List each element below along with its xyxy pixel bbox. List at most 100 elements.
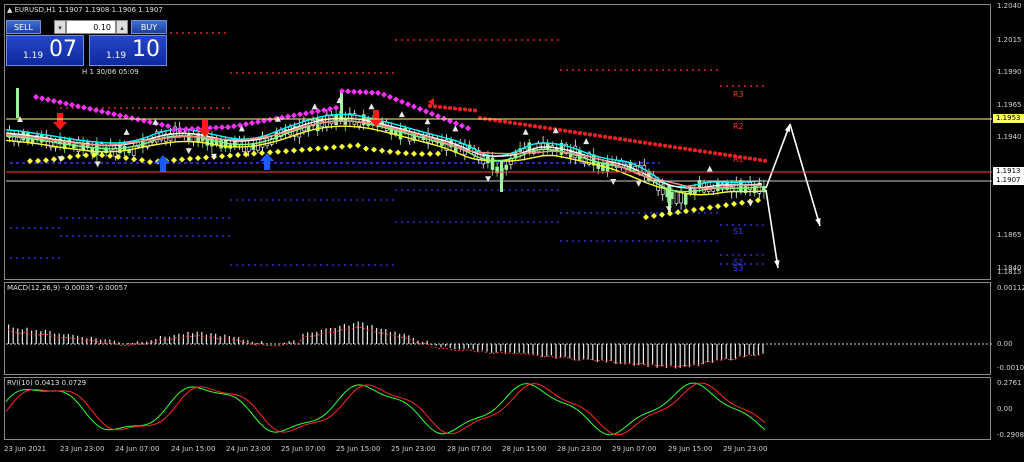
magenta-diamond [459, 122, 465, 129]
macd-bar [757, 344, 759, 355]
red-trend-dot [728, 153, 732, 158]
macd-bar [334, 328, 336, 344]
red-trend-dot [588, 132, 592, 137]
yellow-diamond [123, 155, 129, 162]
candle-body [500, 160, 503, 192]
macd-bar [35, 329, 37, 344]
forecast-arrows [765, 123, 821, 269]
macd-bar [187, 331, 189, 344]
magenta-diamond [129, 115, 135, 122]
moving-average-line [5, 125, 763, 196]
buy-price-prefix: 1.19 [106, 51, 127, 61]
price-tag-high: 1.1953 [993, 114, 1024, 123]
yellow-diamond [355, 142, 361, 149]
red-trend-dot [603, 134, 607, 139]
magenta-diamond [117, 112, 123, 119]
macd-bar [8, 324, 10, 344]
macd-bar [679, 344, 681, 368]
red-trend-dot [723, 152, 727, 157]
red-trend-dot [668, 144, 672, 149]
red-trend-dot [443, 105, 447, 110]
macd-bar [592, 344, 594, 361]
macd-bar [242, 339, 244, 344]
yellow-diamond [651, 212, 657, 219]
macd-bar [523, 344, 525, 354]
magenta-diamond [435, 113, 441, 120]
magenta-diamond [69, 101, 75, 108]
forecast-line [765, 123, 791, 189]
macd-bar [44, 329, 46, 344]
macd-bar [371, 325, 373, 344]
yellow-diamond [27, 157, 33, 164]
red-trend-dot [758, 158, 762, 162]
candle-body [716, 182, 720, 192]
magenta-diamond [345, 88, 351, 95]
yellow-diamond [427, 150, 433, 157]
lot-increase-button[interactable]: ▴ [116, 20, 128, 34]
macd-bar [472, 344, 474, 350]
macd-bar [601, 344, 603, 361]
sell-price-box[interactable]: 1.19 07 [6, 35, 84, 66]
macd-bar [339, 325, 341, 344]
time-tick: 25 Jun 23:00 [391, 445, 436, 453]
red-trend-dot [473, 108, 477, 113]
pivot-s1-label: S1 [733, 227, 744, 236]
macd-bar [426, 340, 428, 344]
magenta-diamond [99, 108, 105, 115]
macd-bar [256, 342, 258, 344]
macd-bar [560, 344, 562, 358]
macd-bar [753, 344, 755, 356]
yellow-diamond [187, 155, 193, 162]
yellow-diamond [275, 148, 281, 155]
macd-bar [596, 344, 598, 362]
fractal-marker [94, 161, 101, 168]
price-scale[interactable]: 1.2040 1.2015 1.1990 1.1965 1.1940 1.186… [993, 0, 1024, 280]
yellow-diamond [259, 150, 265, 157]
macd-bar [389, 332, 391, 344]
macd-bar [504, 344, 506, 353]
macd-bar [748, 344, 750, 355]
pivot-r3-label: R3 [733, 90, 744, 99]
candle-body [242, 139, 246, 152]
buy-button[interactable]: BUY [131, 20, 167, 34]
candle-body [357, 122, 361, 127]
fractal-markers [17, 97, 754, 213]
candle-body [16, 88, 19, 118]
yellow-diamond [83, 152, 89, 159]
price-tick: 1.1990 [997, 68, 1022, 76]
lot-decrease-button[interactable]: ▾ [54, 20, 66, 34]
sell-button[interactable]: SELL [6, 20, 41, 34]
time-tick: 29 Jun 15:00 [668, 445, 713, 453]
magenta-diamond [327, 106, 333, 112]
buy-price-box[interactable]: 1.19 10 [89, 35, 167, 66]
yellow-diamond [107, 152, 113, 159]
lot-size-input[interactable]: 0.10 [66, 20, 116, 34]
magenta-diamond [429, 110, 435, 117]
candle-body [219, 138, 223, 149]
macd-bar [633, 344, 635, 366]
red-trend-dot [643, 140, 647, 145]
magenta-diamond [333, 104, 339, 111]
yellow-diamond [723, 202, 729, 209]
macd-bar [302, 333, 304, 344]
yellow-diamond [331, 144, 337, 151]
signal-arrows [53, 98, 434, 172]
magenta-diamond [111, 111, 117, 118]
red-trend-dot [763, 158, 767, 163]
macd-bar [316, 331, 318, 344]
macd-bar [656, 344, 658, 368]
yellow-diamond [347, 143, 353, 149]
red-trend-dot [708, 150, 712, 155]
macd-bar [587, 344, 589, 360]
fractal-marker [706, 165, 713, 172]
macd-bar [445, 344, 447, 347]
red-trend-dot [518, 122, 522, 126]
magenta-diamond [81, 104, 87, 111]
price-tick: 1.1815 [997, 268, 1022, 276]
chart-canvas [5, 32, 992, 436]
macd-bar [403, 333, 405, 344]
macd-bar [362, 322, 364, 344]
red-trend-dot [528, 123, 532, 128]
red-trend-dot [658, 143, 662, 147]
candle-body [674, 191, 679, 205]
